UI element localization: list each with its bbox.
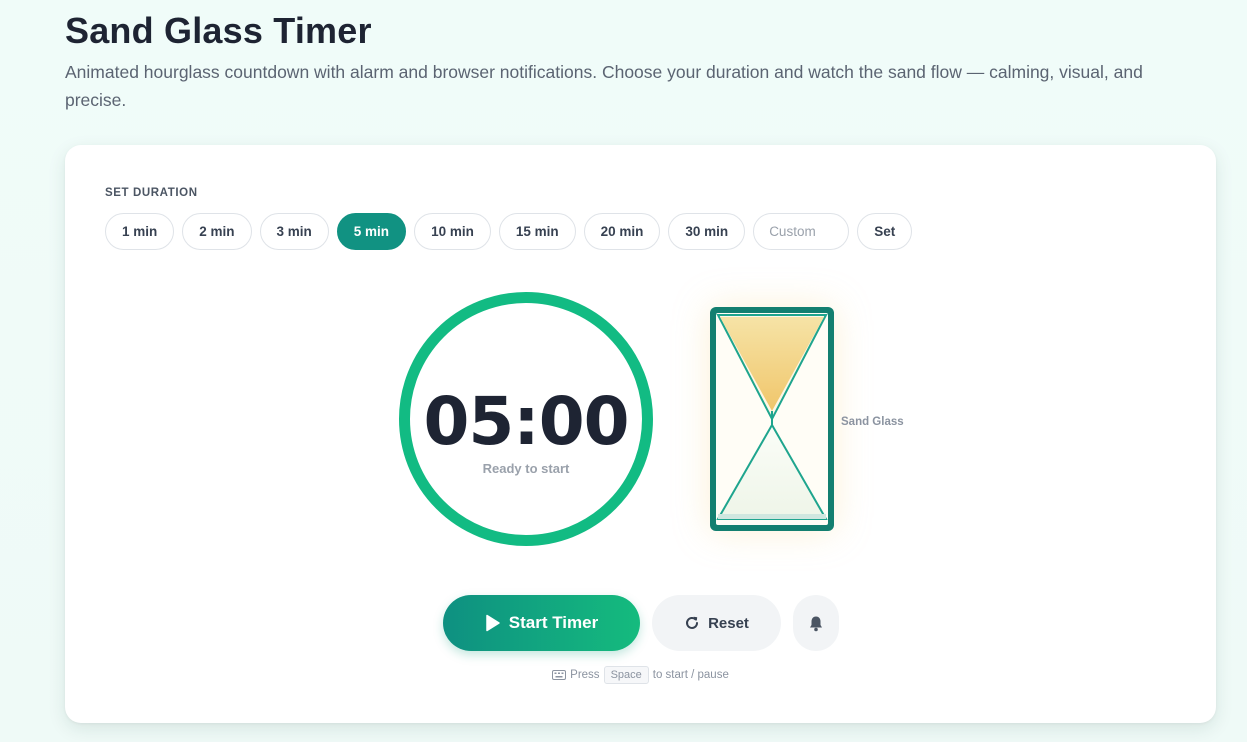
keyboard-icon <box>552 670 567 680</box>
preset-10-min-button[interactable]: 10 min <box>414 213 491 250</box>
play-icon <box>486 614 500 632</box>
duration-section-label: SET DURATION <box>105 187 198 199</box>
hourglass-graphic <box>710 307 834 531</box>
reset-label: Reset <box>708 614 749 632</box>
bell-icon <box>810 616 822 631</box>
custom-duration-input[interactable] <box>753 213 850 250</box>
hourglass-label: Sand Glass <box>841 416 904 428</box>
timer-controls: Start Timer Reset <box>443 595 839 651</box>
page: Sand Glass Timer Animated hourglass coun… <box>0 0 1247 742</box>
page-subtitle: Animated hourglass countdown with alarm … <box>65 62 1143 110</box>
preset-15-min-button[interactable]: 15 min <box>498 213 576 250</box>
space-key: Space <box>603 666 649 684</box>
timer-status: Ready to start <box>482 461 570 476</box>
hourglass <box>710 307 834 531</box>
preset-2-min-button[interactable]: 2 min <box>182 213 252 250</box>
reset-button[interactable]: Reset <box>652 595 781 651</box>
preset-5-min-button[interactable]: 5 min <box>336 213 407 250</box>
preset-30-min-button[interactable]: 30 min <box>668 213 746 250</box>
alarm-toggle-button[interactable] <box>793 595 839 651</box>
keyboard-hint: Press Space to start / pause <box>65 666 1216 684</box>
hint-prefix: Press <box>570 669 600 681</box>
countdown-time: 05:00 <box>423 383 629 460</box>
sand-bottom <box>718 514 826 519</box>
start-timer-button[interactable]: Start Timer <box>443 595 640 651</box>
preset-1-min-button[interactable]: 1 min <box>105 213 175 250</box>
preset-3-min-button[interactable]: 3 min <box>259 213 329 250</box>
set-custom-button[interactable]: Set <box>857 213 913 250</box>
page-title: Sand Glass Timer <box>65 10 372 51</box>
preset-20-min-button[interactable]: 20 min <box>583 213 661 250</box>
start-timer-label: Start Timer <box>508 613 599 632</box>
hint-suffix: to start / pause <box>652 669 729 681</box>
rotate-icon <box>686 616 699 629</box>
duration-presets: 1 min 2 min 3 min 5 min 10 min 15 min 20 min 30… <box>105 213 913 250</box>
timer-card: SET DURATION 1 min 2 min 3 min 5 min 10 min 1… <box>65 145 1216 723</box>
countdown-ring: 05:00 Ready to start <box>399 292 653 546</box>
